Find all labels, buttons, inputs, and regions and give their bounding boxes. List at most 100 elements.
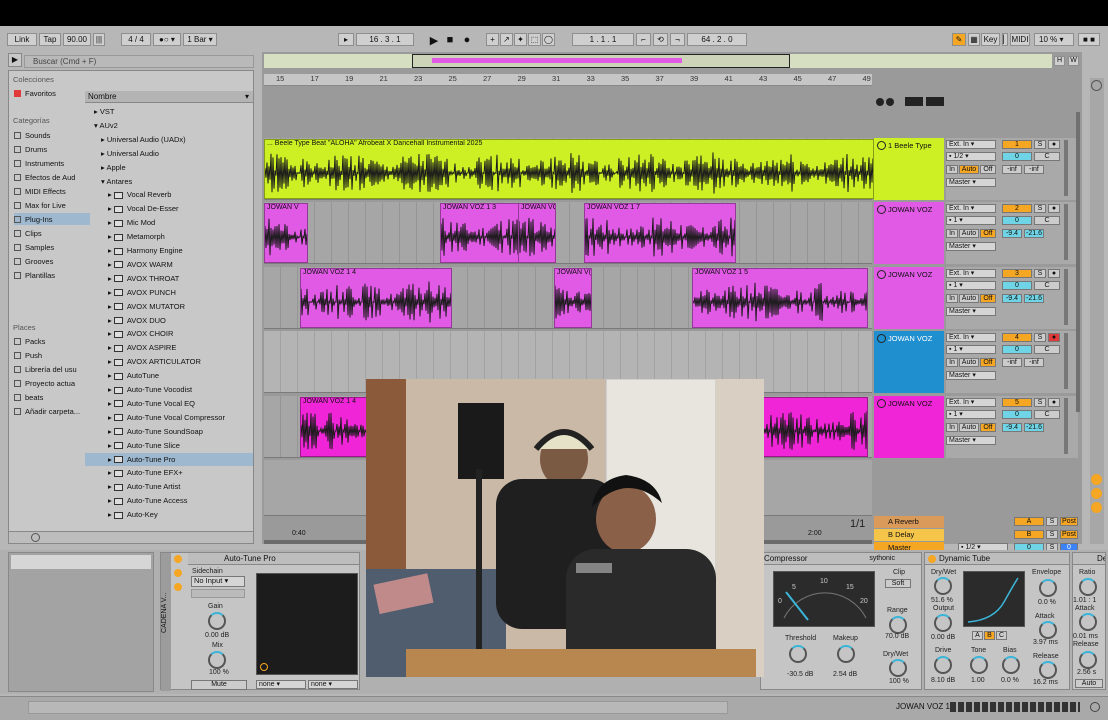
computer-keys-icon[interactable]: ▏ [1002,33,1008,46]
track-header[interactable]: JOWAN VOZ [874,396,944,458]
monitor-in-button[interactable]: In [946,294,958,303]
browser-scrollbar[interactable] [9,531,253,543]
input-type-select[interactable]: Ext. In ▾ [946,333,996,342]
category-item[interactable]: Plantillas [14,269,86,281]
category-item[interactable]: Samples [14,241,86,253]
ratio-knob[interactable] [1079,578,1097,596]
pan-field[interactable]: C [1034,216,1060,225]
play-icon[interactable]: ▶ [428,34,440,47]
category-item[interactable]: Grooves [14,255,86,267]
autotune-title[interactable]: Auto-Tune Pro [188,553,359,565]
pan-field[interactable]: C [1034,281,1060,290]
browser-tree-item[interactable]: ▸ Auto-Tune Slice [85,439,253,452]
browser-tree-item[interactable]: ▸ Apple [85,161,253,174]
loop-switch-icon[interactable]: ⟲ [653,33,668,46]
solo-button[interactable]: S [1034,398,1046,407]
name-column-header[interactable]: Nombre ▾ [85,91,253,103]
browser-tree-item[interactable]: ▸ Auto-Tune Access [85,494,253,507]
return-activator[interactable]: B [1014,530,1044,539]
track-activator-button[interactable]: 1 [1002,140,1032,149]
link-button[interactable]: Link [7,33,37,46]
automation-arm-icon[interactable]: ↗ [500,33,513,46]
track-header[interactable]: JOWAN VOZ [874,331,944,393]
lock-icon[interactable] [926,97,944,106]
arm-button[interactable]: ● [1048,269,1060,278]
next-device-title[interactable]: De [1073,553,1105,565]
range-knob[interactable] [889,616,907,634]
chain-mode-icon[interactable] [174,569,182,577]
place-item[interactable]: Packs [14,335,86,347]
monitor-in-button[interactable]: In [946,229,958,238]
browser-tree-item[interactable]: ▸ Metamorph [85,230,253,243]
preview-icon[interactable] [31,533,40,542]
volume-field[interactable]: 0 [1002,281,1032,290]
loop-start-field[interactable]: 1 . 1 . 1 [572,33,634,46]
route-select-b[interactable]: none ▾ [308,680,358,689]
solo-button[interactable]: S [1034,204,1046,213]
solo-button[interactable]: S [1034,140,1046,149]
audio-clip[interactable]: JOWAN VOZ 1 4 [300,268,452,328]
capture-icon[interactable]: ⬚ [528,33,541,46]
input-channel-select[interactable]: ▪ 1/2 ▾ [946,152,996,161]
auto-button[interactable]: Auto [1075,679,1103,688]
audio-clip[interactable]: JOWAN VOZ 1 5 [692,268,868,328]
input-channel-select[interactable]: ▪ 1 ▾ [946,216,996,225]
makeup-knob[interactable] [837,645,855,663]
vertical-scrollbar[interactable] [1076,112,1080,412]
tube-attack-knob[interactable] [1039,621,1057,639]
monitor-off-button[interactable]: Off [980,294,996,303]
beat-time-ruler[interactable]: 15 17 19 21 23 25 27 29 31 33 35 37 39 41 43 45 47 49 [264,74,872,86]
browser-tree-item[interactable]: ▸ Vocal Reverb [85,188,253,201]
return-activator[interactable]: A [1014,517,1044,526]
audio-clip[interactable]: JOWAN VC [518,203,556,263]
key-map-button[interactable]: Key [981,33,1000,46]
input-type-select[interactable]: Ext. In ▾ [946,398,996,407]
session-record-icon[interactable]: ◯ [542,33,555,46]
arm-button[interactable]: ● [1048,204,1060,213]
category-item[interactable]: Clips [14,227,86,239]
monitor-off-button[interactable]: Off [980,423,996,432]
input-type-select[interactable]: Ext. In ▾ [946,269,996,278]
compressor-title[interactable]: Compressor sythonic [761,553,921,565]
record-icon[interactable]: ● [461,34,473,46]
solo-button[interactable]: S [1034,333,1046,342]
bias-knob[interactable] [1002,656,1020,674]
overdub-icon[interactable]: + [486,33,499,46]
audio-clip[interactable]: JOWAN V( [554,268,592,328]
arrangement-position[interactable]: 16 . 3 . 1 [356,33,414,46]
tempo-field[interactable]: 90.00 [63,33,91,46]
track-lane[interactable]: ... Beele Type Beat "ALOHA" Afrobeat X D… [264,138,874,200]
audio-clip[interactable]: JOWAN VOZ 1 7 [584,203,736,263]
loop-length-field[interactable]: 64 . 2 . 0 [687,33,747,46]
mix-knob[interactable] [208,651,226,669]
input-channel-select[interactable]: ▪ 1 ▾ [946,410,996,419]
tube-release-knob[interactable] [1039,661,1057,679]
envelope-knob[interactable] [1039,579,1057,597]
fold-chevron-icon[interactable] [877,270,886,279]
category-item[interactable]: Plug-Ins [14,213,90,225]
signature-field[interactable]: 4 / 4 [121,33,151,46]
browser-tree-item[interactable]: ▸ Mic Mod [85,216,253,229]
audio-clip[interactable]: ... Beele Type Beat "ALOHA" Afrobeat X D… [264,139,874,199]
arrangement-position-icon[interactable]: ▸ [338,33,354,46]
return-solo-button[interactable]: S [1046,517,1058,526]
return-solo-button[interactable]: S [1046,530,1058,539]
volume-field[interactable]: 0 [1002,345,1032,354]
draw-mode-icon[interactable]: ✎ [952,33,966,46]
pan-field[interactable]: C [1034,152,1060,161]
place-item[interactable]: beats [14,391,86,403]
threshold-knob[interactable] [789,645,807,663]
audio-clip[interactable]: JOWAN V [264,203,308,263]
next-release-knob[interactable] [1079,651,1097,669]
show-h-button[interactable]: H [1054,56,1065,66]
browser-tree-item[interactable]: ▸ AVOX ARTICULATOR [85,355,253,368]
category-item[interactable]: Max for Live [14,199,86,211]
tube-drywet-knob[interactable] [934,577,952,595]
browser-tree-item[interactable]: ▾ Antares [85,175,253,188]
place-item[interactable]: Push [14,349,86,361]
browser-tree-item[interactable]: ▸ AVOX PUNCH [85,286,253,299]
category-item[interactable]: Sounds [14,129,86,141]
fold-chevron-icon[interactable] [877,334,886,343]
fold-chevron-icon[interactable] [877,141,886,150]
tube-model-button[interactable]: C [996,631,1007,640]
